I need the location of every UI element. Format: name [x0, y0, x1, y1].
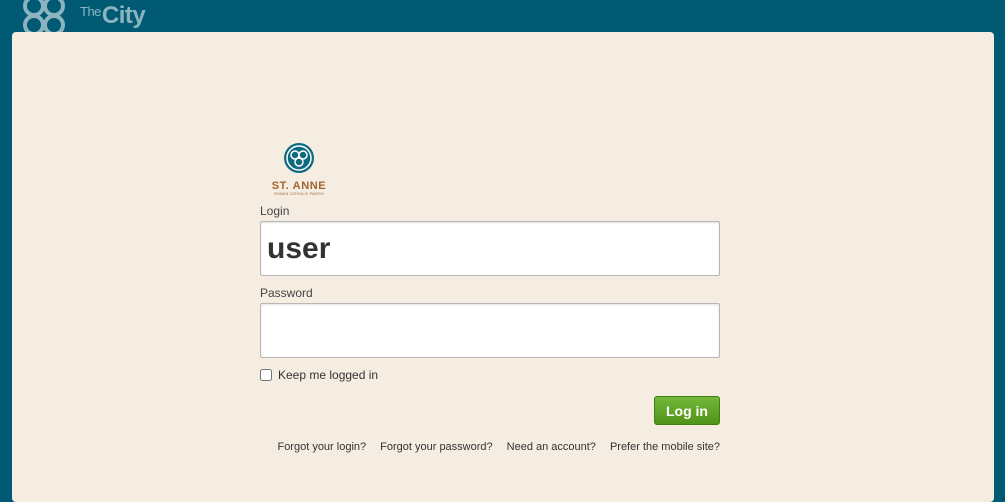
- keep-logged-in-label: Keep me logged in: [278, 368, 379, 382]
- the-city-logo-icon[interactable]: [16, 0, 74, 34]
- login-label: Login: [260, 204, 290, 218]
- login-input[interactable]: [260, 221, 720, 276]
- form-actions: Log in: [260, 396, 720, 426]
- keep-logged-in-option[interactable]: Keep me logged in: [260, 368, 720, 382]
- need-account-link[interactable]: Need an account?: [507, 441, 596, 453]
- brand-name[interactable]: TheCity: [80, 2, 146, 30]
- brand-prefix: The: [80, 4, 101, 19]
- parish-subtitle: ROMAN CATHOLIC PARISH: [274, 192, 324, 196]
- parish-emblem-icon: [284, 143, 314, 173]
- mobile-site-link[interactable]: Prefer the mobile site?: [610, 441, 720, 453]
- login-button[interactable]: Log in: [654, 396, 720, 425]
- parish-logo: ST. ANNE ROMAN CATHOLIC PARISH: [264, 142, 334, 196]
- brand-title: City: [101, 2, 146, 29]
- password-input[interactable]: [260, 303, 720, 358]
- password-label: Password: [260, 286, 313, 300]
- parish-name: ST. ANNE: [271, 180, 327, 192]
- help-links: Forgot your login? Forgot your password?…: [260, 441, 720, 453]
- login-panel: ST. ANNE ROMAN CATHOLIC PARISH Login Pas…: [12, 32, 994, 502]
- keep-logged-in-checkbox[interactable]: [260, 369, 272, 381]
- forgot-login-link[interactable]: Forgot your login?: [277, 441, 366, 453]
- top-bar: TheCity: [0, 0, 1005, 34]
- forgot-password-link[interactable]: Forgot your password?: [380, 441, 493, 453]
- login-form: ST. ANNE ROMAN CATHOLIC PARISH Login Pas…: [260, 142, 720, 453]
